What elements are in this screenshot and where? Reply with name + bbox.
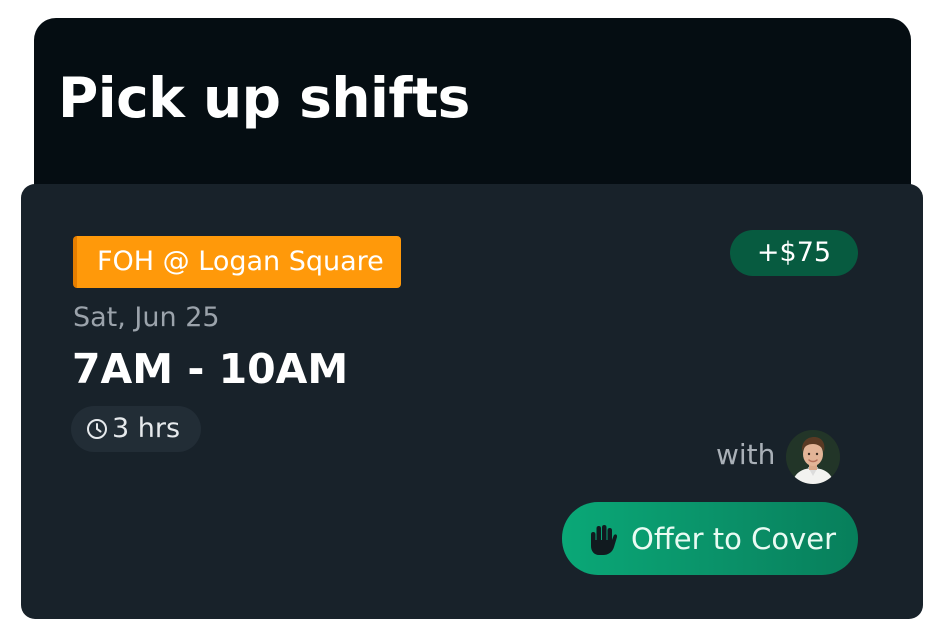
offer-to-cover-button[interactable]: Offer to Cover bbox=[562, 502, 858, 575]
with-label: with bbox=[716, 438, 776, 471]
location-tag: FOH @ Logan Square bbox=[73, 236, 401, 288]
raised-hand-icon bbox=[585, 522, 619, 556]
bonus-badge: +$75 bbox=[730, 230, 858, 276]
clock-icon bbox=[85, 417, 109, 441]
shift-date: Sat, Jun 25 bbox=[73, 302, 220, 333]
duration-text: 3 hrs bbox=[112, 413, 181, 444]
offer-to-cover-label: Offer to Cover bbox=[631, 521, 837, 556]
page-title: Pick up shifts bbox=[58, 66, 470, 130]
shift-time-range: 7AM - 10AM bbox=[72, 345, 349, 393]
duration-pill: 3 hrs bbox=[71, 406, 202, 452]
avatar[interactable] bbox=[786, 430, 840, 484]
